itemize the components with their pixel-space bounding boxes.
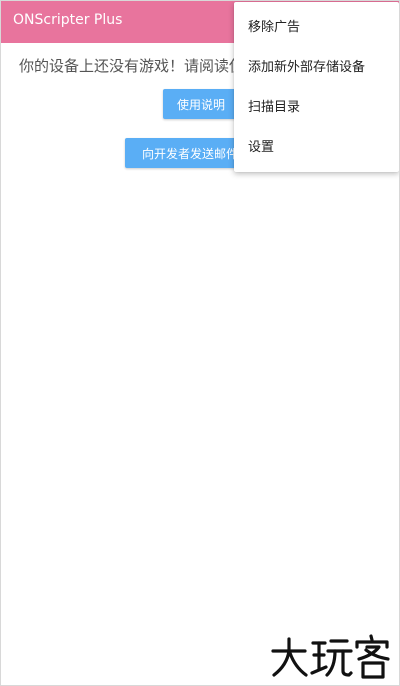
- empty-library-message: 你的设备上还没有游戏！请阅读使: [19, 57, 245, 75]
- watermark-logo: [271, 634, 390, 679]
- menu-item-settings[interactable]: 设置: [234, 125, 399, 165]
- menu-item-label: 扫描目录: [248, 99, 301, 115]
- menu-item-scan-directory[interactable]: 扫描目录: [234, 85, 399, 125]
- overflow-menu: 移除广告 添加新外部存储设备 扫描目录 设置: [234, 2, 399, 172]
- menu-item-remove-ads[interactable]: 移除广告: [234, 5, 399, 45]
- menu-item-label: 移除广告: [248, 19, 301, 35]
- menu-item-label: 添加新外部存储设备: [248, 59, 366, 75]
- menu-item-add-storage[interactable]: 添加新外部存储设备: [234, 45, 399, 85]
- app-screen: ONScripter Plus 你的设备上还没有游戏！请阅读使 使用说明 向开发…: [0, 0, 400, 686]
- menu-item-label: 设置: [248, 139, 275, 155]
- manual-button[interactable]: 使用说明: [163, 89, 239, 119]
- app-title: ONScripter Plus: [13, 12, 123, 28]
